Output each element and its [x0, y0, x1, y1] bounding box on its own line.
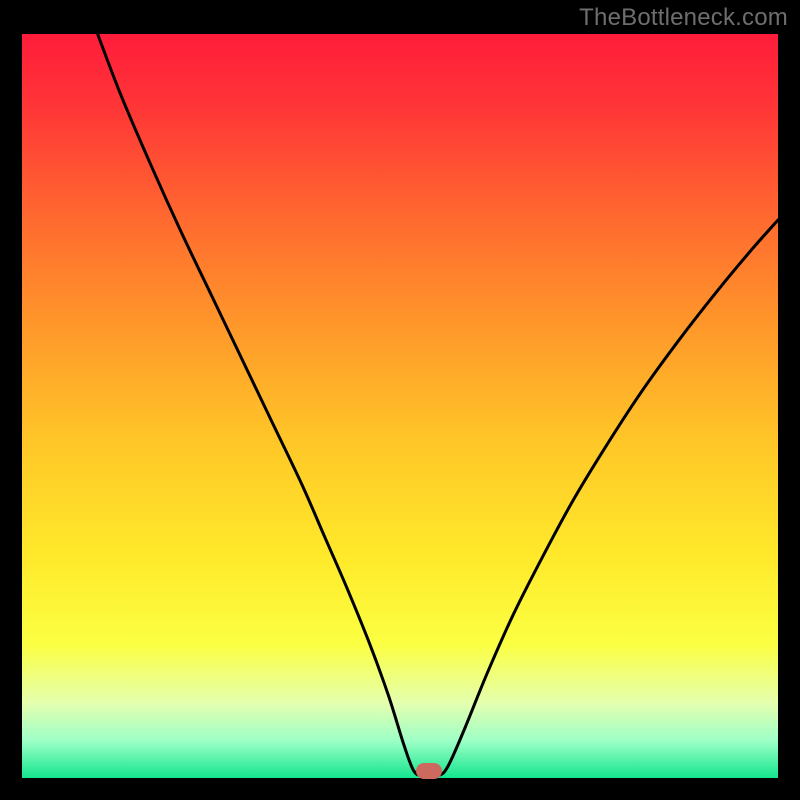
watermark-text: TheBottleneck.com: [579, 4, 788, 32]
optimum-marker: [416, 763, 442, 779]
plot-area: [22, 34, 778, 778]
chart-svg: [22, 34, 778, 778]
chart-frame: TheBottleneck.com: [0, 0, 800, 800]
gradient-background: [22, 34, 778, 778]
